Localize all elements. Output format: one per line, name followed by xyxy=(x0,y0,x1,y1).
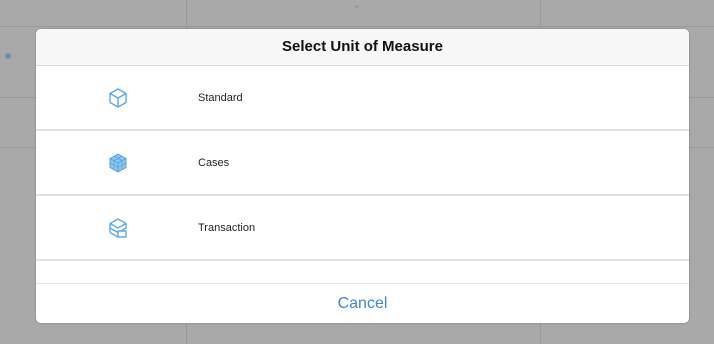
option-transaction[interactable]: Transaction xyxy=(36,196,689,261)
option-standard[interactable]: Standard xyxy=(36,66,689,131)
background-top-icon: ⌄ xyxy=(352,0,362,11)
unit-of-measure-dialog: Select Unit of Measure Standard Cases Tr… xyxy=(36,29,689,323)
option-label: Cases xyxy=(198,156,230,169)
option-label: Standard xyxy=(198,91,243,104)
cube-grid-icon xyxy=(106,151,130,175)
cancel-button[interactable]: Cancel xyxy=(36,284,689,323)
background-edge-icon: ● xyxy=(4,47,13,63)
option-label: Transaction xyxy=(198,221,256,234)
background-divider xyxy=(0,26,714,27)
cube-transaction-icon xyxy=(106,216,130,240)
cube-outline-icon xyxy=(106,86,130,110)
dialog-title: Select Unit of Measure xyxy=(36,29,689,66)
option-cases[interactable]: Cases xyxy=(36,131,689,196)
dialog-spacer xyxy=(36,261,689,284)
